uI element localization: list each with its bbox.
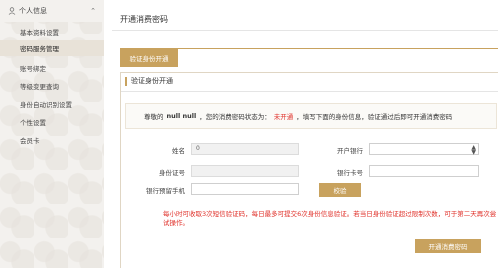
sidebar-item-label: 等级变更查询 <box>20 83 59 91</box>
name-label: 姓名 <box>172 147 185 155</box>
divider <box>112 30 498 31</box>
id-label: 身份证号 <box>159 169 185 177</box>
verify-panel: 验证身份开通 尊敬的 null null ，您的消费密码状态为： 未开通 ，填写… <box>120 72 498 268</box>
open-password-button[interactable]: 开通消费密码 <box>415 239 481 253</box>
notice-suffix: ，填写下面的身份信息，验证通过后即可开通消费密码 <box>296 113 453 121</box>
phone-label: 银行预留手机 <box>146 187 185 195</box>
sidebar-item-basic-info[interactable]: 基本资料设置 <box>0 24 104 40</box>
sidebar-header-label: 个人信息 <box>19 7 47 15</box>
sidebar-item-label: 基本资料设置 <box>20 29 59 37</box>
chevron-updown-icon: ▲ ▼ <box>471 144 476 156</box>
sidebar: 个人信息 ⌃ 基本资料设置 密码服务管理 账号绑定 等级变更查询 身份自动识别设… <box>0 0 104 268</box>
verify-button[interactable]: 校验 <box>319 183 361 197</box>
warning-text: 每小时可收取3次短信验证码，每日最多可提交6次身份信息验证。若当日身份验证超过限… <box>163 210 497 227</box>
chevron-up-icon[interactable]: ⌃ <box>90 7 96 15</box>
id-number-field[interactable] <box>191 165 299 177</box>
section-title: 验证身份开通 <box>125 77 173 86</box>
sidebar-item-personal-settings[interactable]: 个性设置 <box>0 114 104 130</box>
card-label: 银行卡号 <box>337 169 363 177</box>
notice-prefix: 尊敬的 <box>144 113 164 121</box>
sidebar-item-label: 身份自动识别设置 <box>20 101 72 109</box>
divider <box>121 91 498 92</box>
sidebar-item-label: 密码服务管理 <box>20 45 59 53</box>
bank-label: 开户银行 <box>337 147 363 155</box>
phone-field[interactable] <box>191 183 299 195</box>
tab-verify-identity[interactable]: 验证身份开通 <box>120 49 178 67</box>
sidebar-item-account-binding[interactable]: 账号绑定 <box>0 60 104 76</box>
page-title: 开通消费密码 <box>120 15 168 24</box>
person-icon <box>8 7 16 15</box>
bank-select[interactable]: ▲ ▼ <box>369 143 479 156</box>
sidebar-header[interactable]: 个人信息 ⌃ <box>0 0 104 22</box>
card-number-field[interactable] <box>369 165 479 177</box>
sidebar-item-password-service[interactable]: 密码服务管理 <box>0 40 104 56</box>
status-notice: 尊敬的 null null ，您的消费密码状态为： 未开通 ，填写下面的身份信息… <box>125 103 497 129</box>
sidebar-item-auto-identify[interactable]: 身份自动识别设置 <box>0 96 104 112</box>
sidebar-item-member-card[interactable]: 会员卡 <box>0 132 104 148</box>
status-badge: 未开通 <box>273 113 294 121</box>
main-content: 开通消费密码 验证身份开通 验证身份开通 尊敬的 null null ，您的消费… <box>104 0 498 268</box>
sidebar-item-level-change[interactable]: 等级变更查询 <box>0 78 104 94</box>
sidebar-item-label: 个性设置 <box>20 119 46 127</box>
name-field[interactable]: 0 <box>191 143 299 155</box>
sidebar-item-label: 账号绑定 <box>20 65 46 73</box>
user-name: null null <box>166 112 197 120</box>
sidebar-item-label: 会员卡 <box>20 137 40 145</box>
notice-middle: ，您的消费密码状态为： <box>199 113 271 121</box>
